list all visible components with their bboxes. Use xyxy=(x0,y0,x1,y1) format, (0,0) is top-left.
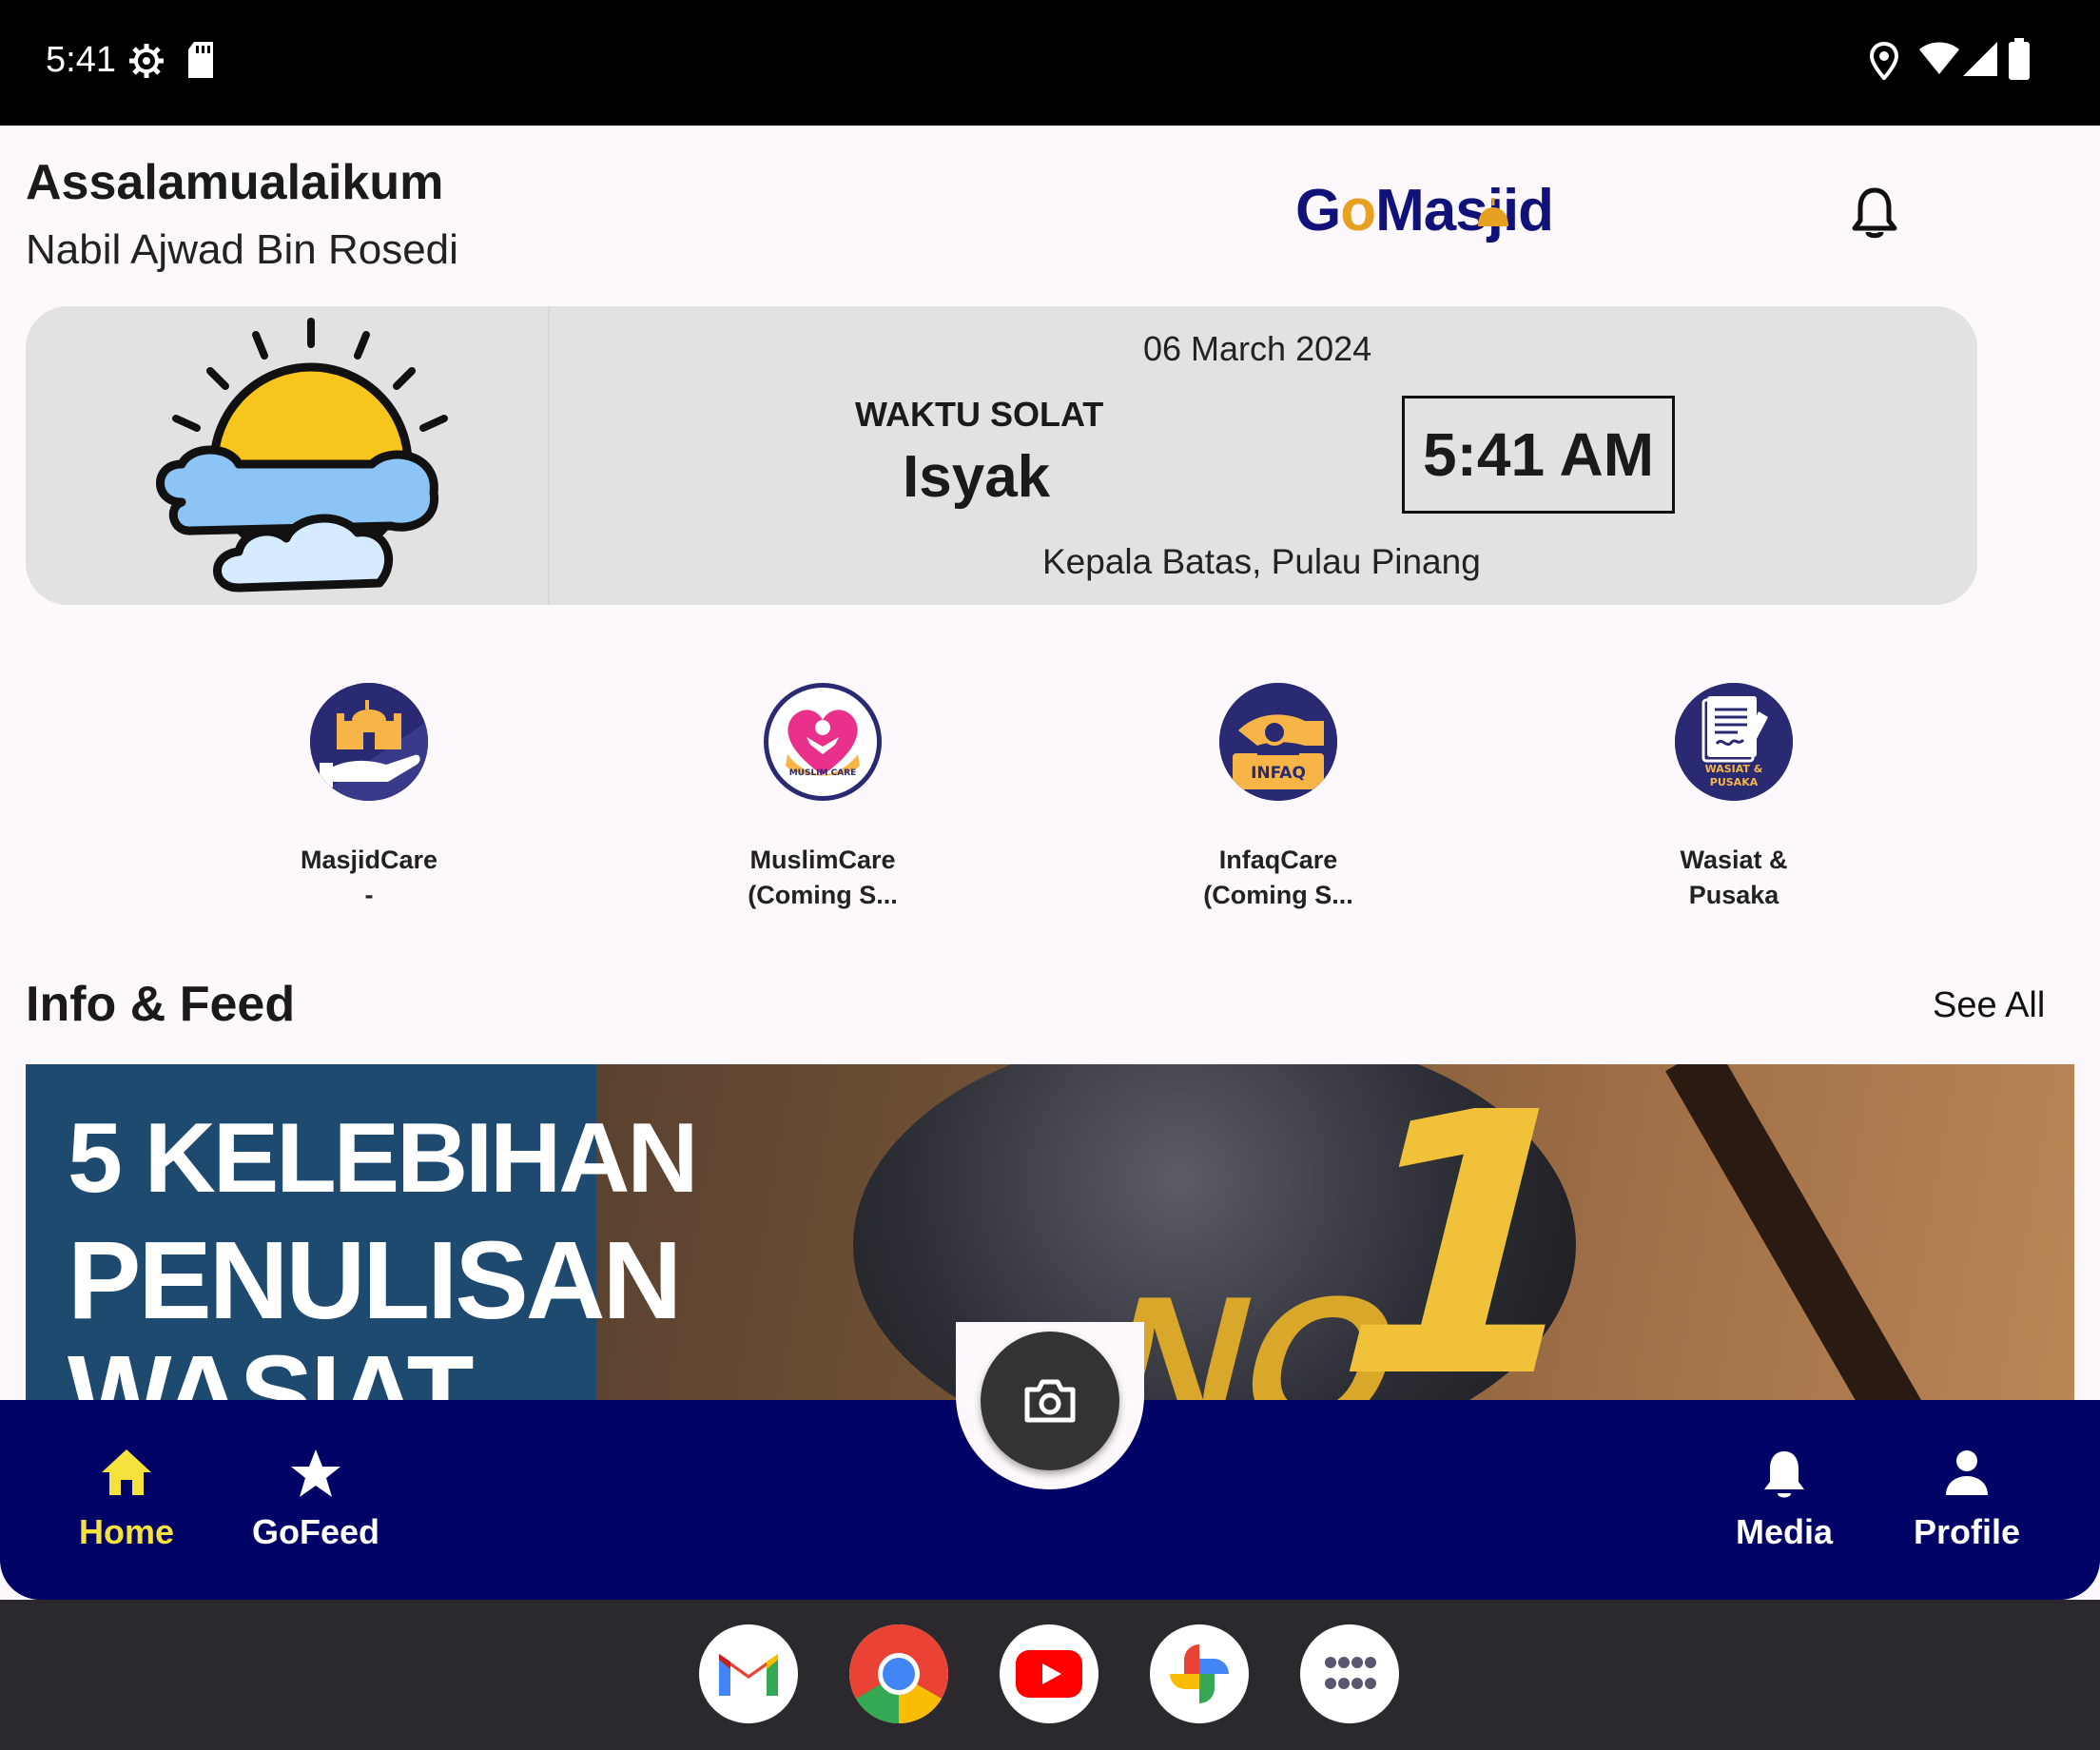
camera-icon xyxy=(1024,1379,1076,1423)
service-muslimcare[interactable]: MUSLIM CARE MuslimCare (Coming S... xyxy=(713,683,932,913)
svg-text:INFAQ: INFAQ xyxy=(1251,764,1306,783)
nav-gofeed[interactable]: GoFeed xyxy=(230,1448,401,1552)
see-all-link[interactable]: See All xyxy=(1933,985,2045,1026)
nav-profile[interactable]: Profile xyxy=(1881,1448,2052,1552)
bell-icon xyxy=(1852,187,1897,239)
signal-icon xyxy=(1963,42,1997,81)
prayer-date: 06 March 2024 xyxy=(1143,329,1372,368)
notification-bell-button[interactable] xyxy=(1851,186,1898,244)
status-time: 5:41 xyxy=(46,40,116,80)
svg-text:PUSAKA: PUSAKA xyxy=(1710,776,1759,788)
service-label: MasjidCare - xyxy=(300,846,438,909)
current-prayer-name: Isyak xyxy=(903,444,1051,510)
location-icon xyxy=(1869,41,1899,85)
sd-card-icon xyxy=(186,42,215,83)
home-icon xyxy=(41,1448,212,1501)
wasiat-pusaka-icon: WASIAT & PUSAKA xyxy=(1675,683,1793,801)
star-icon xyxy=(230,1448,401,1501)
svg-text:WASIAT &: WASIAT & xyxy=(1705,763,1763,775)
feed-section-title: Info & Feed xyxy=(26,977,296,1032)
nav-gofeed-label: GoFeed xyxy=(251,1512,379,1551)
current-time-display: 5:41 AM xyxy=(1402,396,1675,514)
nav-media-label: Media xyxy=(1735,1512,1834,1551)
logo-suffix: Masjid xyxy=(1375,178,1554,243)
prayer-time-card[interactable]: 06 March 2024 WAKTU SOLAT Isyak 5:41 AM … xyxy=(26,306,1977,605)
chrome-icon[interactable] xyxy=(849,1624,948,1723)
youtube-icon[interactable] xyxy=(1000,1624,1099,1723)
card-divider xyxy=(548,306,550,605)
camera-button[interactable] xyxy=(981,1332,1119,1470)
masjid-care-icon xyxy=(310,683,428,801)
service-label: MuslimCare (Coming S... xyxy=(748,846,898,909)
service-label: Wasiat & Pusaka xyxy=(1680,846,1788,909)
waktu-solat-label: WAKTU SOLAT xyxy=(855,395,1104,434)
logo-o: o xyxy=(1340,178,1376,243)
bell-icon xyxy=(1699,1448,1870,1501)
muslim-care-icon: MUSLIM CARE xyxy=(764,683,882,801)
gomasjid-logo: GoMasjid xyxy=(1295,177,1554,244)
nav-media[interactable]: Media xyxy=(1699,1448,1870,1552)
greeting-title: Assalamualaikum xyxy=(26,155,444,210)
status-bar: 5:41 xyxy=(0,0,2100,126)
banner-headline-3: WASIAT xyxy=(68,1332,474,1403)
battery-icon xyxy=(2009,38,2030,85)
android-dock xyxy=(0,1600,2100,1750)
infaq-care-icon: INFAQ xyxy=(1219,683,1337,801)
nav-home[interactable]: Home xyxy=(41,1448,212,1552)
service-wasiat-pusaka[interactable]: WASIAT & PUSAKA Wasiat & Pusaka xyxy=(1624,683,1843,913)
service-masjidcare[interactable]: MasjidCare - xyxy=(260,683,478,913)
person-icon xyxy=(1881,1448,2052,1501)
logo-prefix: G xyxy=(1295,178,1341,243)
sun-cloud-icon xyxy=(134,312,448,602)
settings-icon xyxy=(127,42,165,85)
service-infaqcare[interactable]: INFAQ InfaqCare (Coming S... xyxy=(1169,683,1388,913)
svg-text:MUSLIM CARE: MUSLIM CARE xyxy=(789,768,857,778)
prayer-location: Kepala Batas, Pulau Pinang xyxy=(1042,542,1481,581)
user-name: Nabil Ajwad Bin Rosedi xyxy=(26,226,458,273)
photos-icon[interactable] xyxy=(1150,1624,1249,1723)
service-label: InfaqCare (Coming S... xyxy=(1203,846,1353,909)
nav-profile-label: Profile xyxy=(1913,1512,2021,1551)
logo-dome-icon xyxy=(1474,177,1512,244)
banner-headline-2: PENULISAN xyxy=(68,1218,682,1342)
gmail-icon[interactable] xyxy=(699,1624,798,1723)
nav-home-label: Home xyxy=(78,1512,175,1551)
wifi-icon xyxy=(1919,42,1959,81)
banner-headline-1: 5 KELEBIHAN xyxy=(68,1103,698,1214)
app-drawer-icon[interactable] xyxy=(1300,1624,1399,1723)
